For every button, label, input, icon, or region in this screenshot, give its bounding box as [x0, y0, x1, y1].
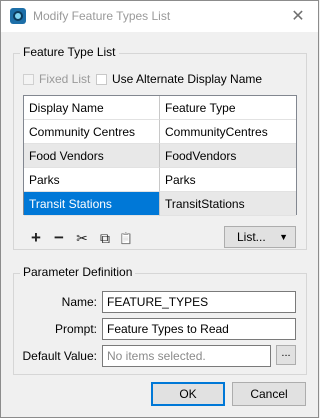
browse-button[interactable]: ...: [276, 345, 296, 365]
dialog-window: Modify Feature Types List ✕ Feature Type…: [0, 0, 319, 418]
list-dropdown-button[interactable]: List... ▼: [224, 226, 296, 248]
feature-type-cell[interactable]: TransitStations: [160, 192, 296, 216]
display-name-cell[interactable]: Parks: [24, 168, 160, 192]
feature-type-cell[interactable]: Parks: [160, 168, 296, 192]
table-row-selected[interactable]: Transit Stations TransitStations: [24, 192, 296, 216]
app-icon: [10, 8, 26, 24]
feature-type-cell[interactable]: FoodVendors: [160, 144, 296, 168]
alternate-name-checkbox[interactable]: [96, 73, 107, 85]
table-header-row: Display Name Feature Type: [24, 96, 296, 120]
name-field[interactable]: [102, 291, 296, 313]
prompt-field[interactable]: [102, 318, 296, 340]
cut-icon[interactable]: ✂: [74, 230, 90, 246]
paste-icon[interactable]: 📋: [118, 230, 134, 246]
feature-type-list-legend: Feature Type List: [20, 45, 119, 59]
title-bar: Modify Feature Types List ✕: [1, 1, 318, 32]
alternate-name-checkbox-row[interactable]: Use Alternate Display Name: [96, 72, 262, 86]
default-value-field[interactable]: No items selected.: [102, 345, 271, 367]
fixed-list-label: Fixed List: [39, 72, 91, 86]
display-name-cell[interactable]: Transit Stations: [24, 192, 160, 216]
list-button-label: List...: [237, 230, 266, 244]
table-row[interactable]: Parks Parks: [24, 168, 296, 192]
add-icon[interactable]: +: [28, 228, 44, 247]
default-value-label: Default Value:: [22, 349, 98, 363]
cancel-button[interactable]: Cancel: [232, 382, 306, 406]
column-header-feature-type[interactable]: Feature Type: [160, 96, 296, 120]
fixed-list-checkbox[interactable]: [23, 73, 34, 85]
display-name-cell[interactable]: Community Centres: [24, 120, 160, 144]
name-label: Name:: [61, 295, 97, 309]
window-title: Modify Feature Types List: [33, 9, 171, 23]
copy-icon[interactable]: ⧉: [97, 230, 113, 246]
ok-button[interactable]: OK: [151, 382, 225, 406]
table-row[interactable]: Community Centres CommunityCentres: [24, 120, 296, 144]
remove-icon[interactable]: −: [51, 228, 67, 247]
table-row[interactable]: Food Vendors FoodVendors: [24, 144, 296, 168]
chevron-down-icon: ▼: [279, 232, 288, 242]
fixed-list-checkbox-row[interactable]: Fixed List: [23, 72, 90, 86]
feature-types-table: Display Name Feature Type Community Cent…: [23, 95, 297, 216]
column-header-display-name[interactable]: Display Name: [24, 96, 160, 120]
display-name-cell[interactable]: Food Vendors: [24, 144, 160, 168]
prompt-label: Prompt:: [54, 322, 97, 336]
feature-type-cell[interactable]: CommunityCentres: [160, 120, 296, 144]
alternate-name-label: Use Alternate Display Name: [112, 72, 263, 86]
parameter-definition-legend: Parameter Definition: [20, 265, 136, 279]
close-button[interactable]: ✕: [278, 1, 318, 31]
